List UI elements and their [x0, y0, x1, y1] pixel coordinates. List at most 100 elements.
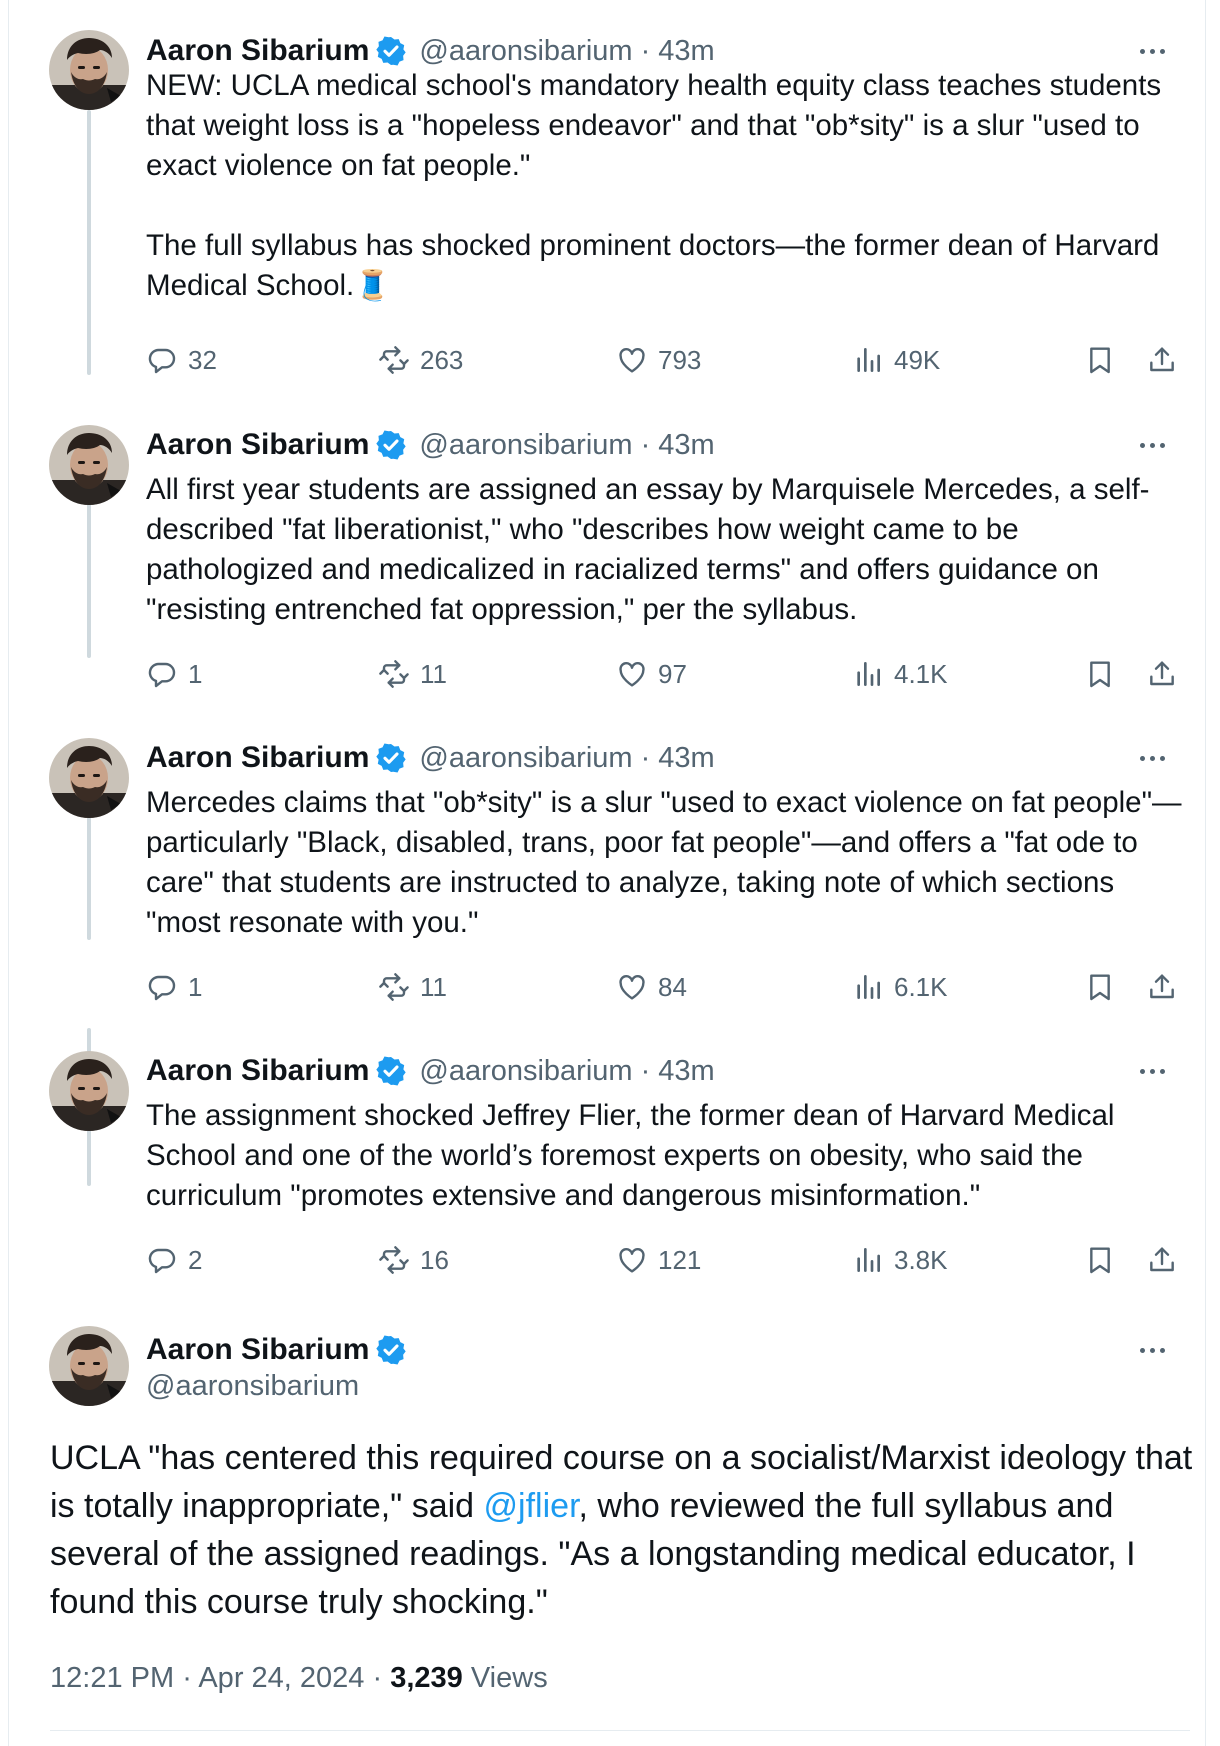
like-icon — [616, 658, 658, 690]
more-icon[interactable] — [1130, 1051, 1174, 1091]
repost-icon — [378, 1244, 420, 1276]
repost-count: 16 — [420, 1244, 449, 1275]
like-icon — [616, 1244, 658, 1276]
repost-button[interactable]: 11 — [378, 654, 447, 694]
like-button[interactable]: 97 — [616, 654, 687, 694]
author-handle[interactable]: @aaronsibarium — [419, 35, 632, 68]
repost-button[interactable]: 16 — [378, 1240, 449, 1280]
bookmark-button[interactable] — [1084, 1240, 1116, 1280]
views-button[interactable]: 3.8K — [852, 1240, 948, 1280]
separator: · — [182, 1662, 192, 1694]
avatar[interactable] — [49, 1326, 129, 1406]
tweet-time[interactable]: 43m — [658, 1055, 714, 1088]
repost-button[interactable]: 263 — [378, 340, 463, 380]
tweet-time[interactable]: 43m — [658, 429, 714, 462]
tweet-actions: 2 16 121 3.8K — [146, 1240, 1191, 1280]
author-name[interactable]: Aaron Sibarium — [146, 1054, 369, 1088]
like-count: 793 — [658, 344, 702, 375]
reply-count: 1 — [188, 658, 203, 689]
author-name[interactable]: Aaron Sibarium — [146, 34, 369, 68]
repost-button[interactable]: 11 — [378, 967, 447, 1007]
views-count: 4.1K — [894, 658, 948, 689]
bookmark-button[interactable] — [1084, 967, 1116, 1007]
avatar[interactable] — [49, 738, 129, 818]
tweet-text: The assignment shocked Jeffrey Flier, th… — [146, 1099, 1115, 1212]
views-count: 6.1K — [894, 971, 948, 1002]
author-handle[interactable]: @aaronsibarium — [419, 429, 632, 462]
repost-icon — [378, 971, 420, 1003]
author-name[interactable]: Aaron Sibarium — [146, 1330, 419, 1370]
like-button[interactable]: 121 — [616, 1240, 701, 1280]
tweet-time[interactable]: 43m — [658, 35, 714, 68]
avatar[interactable] — [49, 30, 129, 110]
repost-count: 263 — [420, 344, 464, 375]
more-icon[interactable] — [1130, 425, 1174, 465]
views-icon — [852, 344, 894, 376]
reply-count: 1 — [188, 971, 203, 1002]
more-icon[interactable] — [1130, 1330, 1174, 1370]
views-icon — [852, 1244, 894, 1276]
views-label: Views — [470, 1662, 548, 1694]
author-name[interactable]: Aaron Sibarium — [146, 741, 369, 775]
repost-icon — [378, 344, 420, 376]
like-button[interactable]: 84 — [616, 967, 687, 1007]
repost-icon — [378, 658, 420, 690]
author-handle[interactable]: @aaronsibarium — [419, 742, 632, 775]
share-button[interactable] — [1146, 654, 1178, 694]
tweet-actions: 1 11 97 4.1K — [146, 654, 1191, 694]
share-button[interactable] — [1146, 1240, 1178, 1280]
tweet-header: Aaron Sibarium @aaronsibarium · 43m — [146, 1051, 715, 1091]
like-icon — [616, 344, 658, 376]
views-button[interactable]: 6.1K — [852, 967, 948, 1007]
author-name[interactable]: Aaron Sibarium — [146, 428, 369, 462]
like-button[interactable]: 793 — [616, 340, 701, 380]
share-icon — [1146, 658, 1178, 690]
more-icon[interactable] — [1130, 738, 1174, 778]
reply-count: 32 — [188, 344, 217, 375]
verified-badge-icon — [375, 742, 407, 774]
reply-icon — [146, 971, 188, 1003]
separator: · — [640, 428, 651, 461]
separator: · — [640, 34, 651, 67]
main-tweet-text: UCLA "has centered this required course … — [50, 1434, 1200, 1626]
views-button[interactable]: 49K — [852, 340, 940, 380]
share-button[interactable] — [1146, 340, 1178, 380]
author-handle[interactable]: @aaronsibarium — [146, 1370, 359, 1403]
reply-button[interactable]: 1 — [146, 967, 202, 1007]
reply-icon — [146, 344, 188, 376]
author-handle[interactable]: @aaronsibarium — [419, 1055, 632, 1088]
views-count: 3,239 — [390, 1662, 463, 1694]
tweet-text: NEW: UCLA medical school's mandatory hea… — [146, 69, 1162, 302]
reply-count: 2 — [188, 1244, 203, 1275]
tweet-actions: 32 263 793 49K — [146, 340, 1191, 380]
share-icon — [1146, 344, 1178, 376]
tweet-time[interactable]: 43m — [658, 742, 714, 775]
bookmark-button[interactable] — [1084, 340, 1116, 380]
share-button[interactable] — [1146, 967, 1178, 1007]
bookmark-icon — [1084, 658, 1116, 690]
tweet-text: Mercedes claims that "ob*sity" is a slur… — [146, 786, 1182, 939]
tweet-date[interactable]: Apr 24, 2024 — [198, 1662, 364, 1694]
mention-link[interactable]: @jflier — [484, 1487, 579, 1525]
avatar[interactable] — [49, 425, 129, 505]
reply-button[interactable]: 32 — [146, 340, 217, 380]
views-icon — [852, 971, 894, 1003]
verified-badge-icon — [375, 35, 407, 67]
share-icon — [1146, 1244, 1178, 1276]
verified-badge-icon — [375, 1334, 407, 1366]
more-icon[interactable] — [1130, 31, 1174, 71]
reply-button[interactable]: 1 — [146, 654, 202, 694]
views-count: 49K — [894, 344, 941, 375]
reply-button[interactable]: 2 — [146, 1240, 202, 1280]
repost-count: 11 — [420, 971, 447, 1002]
tweet-meta: 12:21 PM · Apr 24, 2024 · 3,239 Views — [50, 1662, 548, 1695]
like-icon — [616, 971, 658, 1003]
bookmark-button[interactable] — [1084, 654, 1116, 694]
avatar[interactable] — [49, 1051, 129, 1131]
tweet-actions: 1 11 84 6.1K — [146, 967, 1191, 1007]
views-button[interactable]: 4.1K — [852, 654, 948, 694]
repost-count: 11 — [420, 658, 447, 689]
tweet-time[interactable]: 12:21 PM — [50, 1662, 174, 1694]
author-name-text: Aaron Sibarium — [146, 1333, 370, 1366]
views-count: 3.8K — [894, 1244, 948, 1275]
